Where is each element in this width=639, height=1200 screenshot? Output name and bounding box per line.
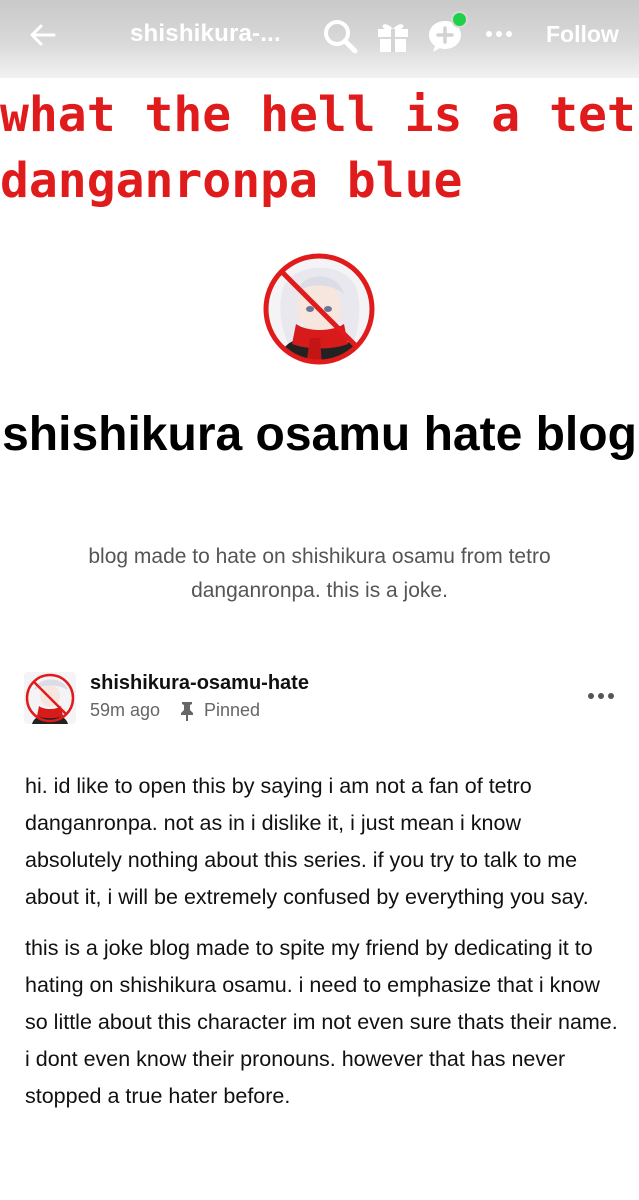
- search-icon[interactable]: [322, 18, 358, 54]
- gift-icon[interactable]: [375, 18, 411, 54]
- back-arrow-icon[interactable]: [28, 20, 58, 50]
- post-author[interactable]: shishikura-osamu-hate: [90, 672, 309, 695]
- blog-avatar[interactable]: [262, 252, 376, 366]
- blog-description: blog made to hate on shishikura osamu fr…: [88, 545, 551, 602]
- post-author-avatar[interactable]: [24, 672, 76, 724]
- post-paragraph-2: this is a joke blog made to spite my fri…: [25, 936, 618, 1108]
- pinned-label: Pinned: [204, 700, 261, 720]
- header-text-line-2: danganronpa blue: [0, 153, 463, 209]
- top-bar: shishikura-... Follow: [0, 0, 639, 78]
- header-image: what the hell is a tetro danganronpa blu…: [0, 82, 639, 222]
- online-indicator: [451, 11, 468, 28]
- post-body: hi. id like to open this by saying i am …: [25, 768, 620, 1129]
- header-text-line-1: what the hell is a tetro: [0, 87, 639, 143]
- pin-icon: [181, 702, 193, 721]
- post-paragraph-1: hi. id like to open this by saying i am …: [25, 774, 589, 909]
- follow-button[interactable]: Follow: [546, 21, 619, 48]
- blog-name[interactable]: shishikura-...: [130, 20, 281, 48]
- blog-title: shishikura osamu hate blog: [2, 408, 637, 461]
- post-more-icon[interactable]: [586, 686, 616, 706]
- post-timestamp: 59m ago: [90, 700, 161, 720]
- more-icon[interactable]: [484, 22, 514, 46]
